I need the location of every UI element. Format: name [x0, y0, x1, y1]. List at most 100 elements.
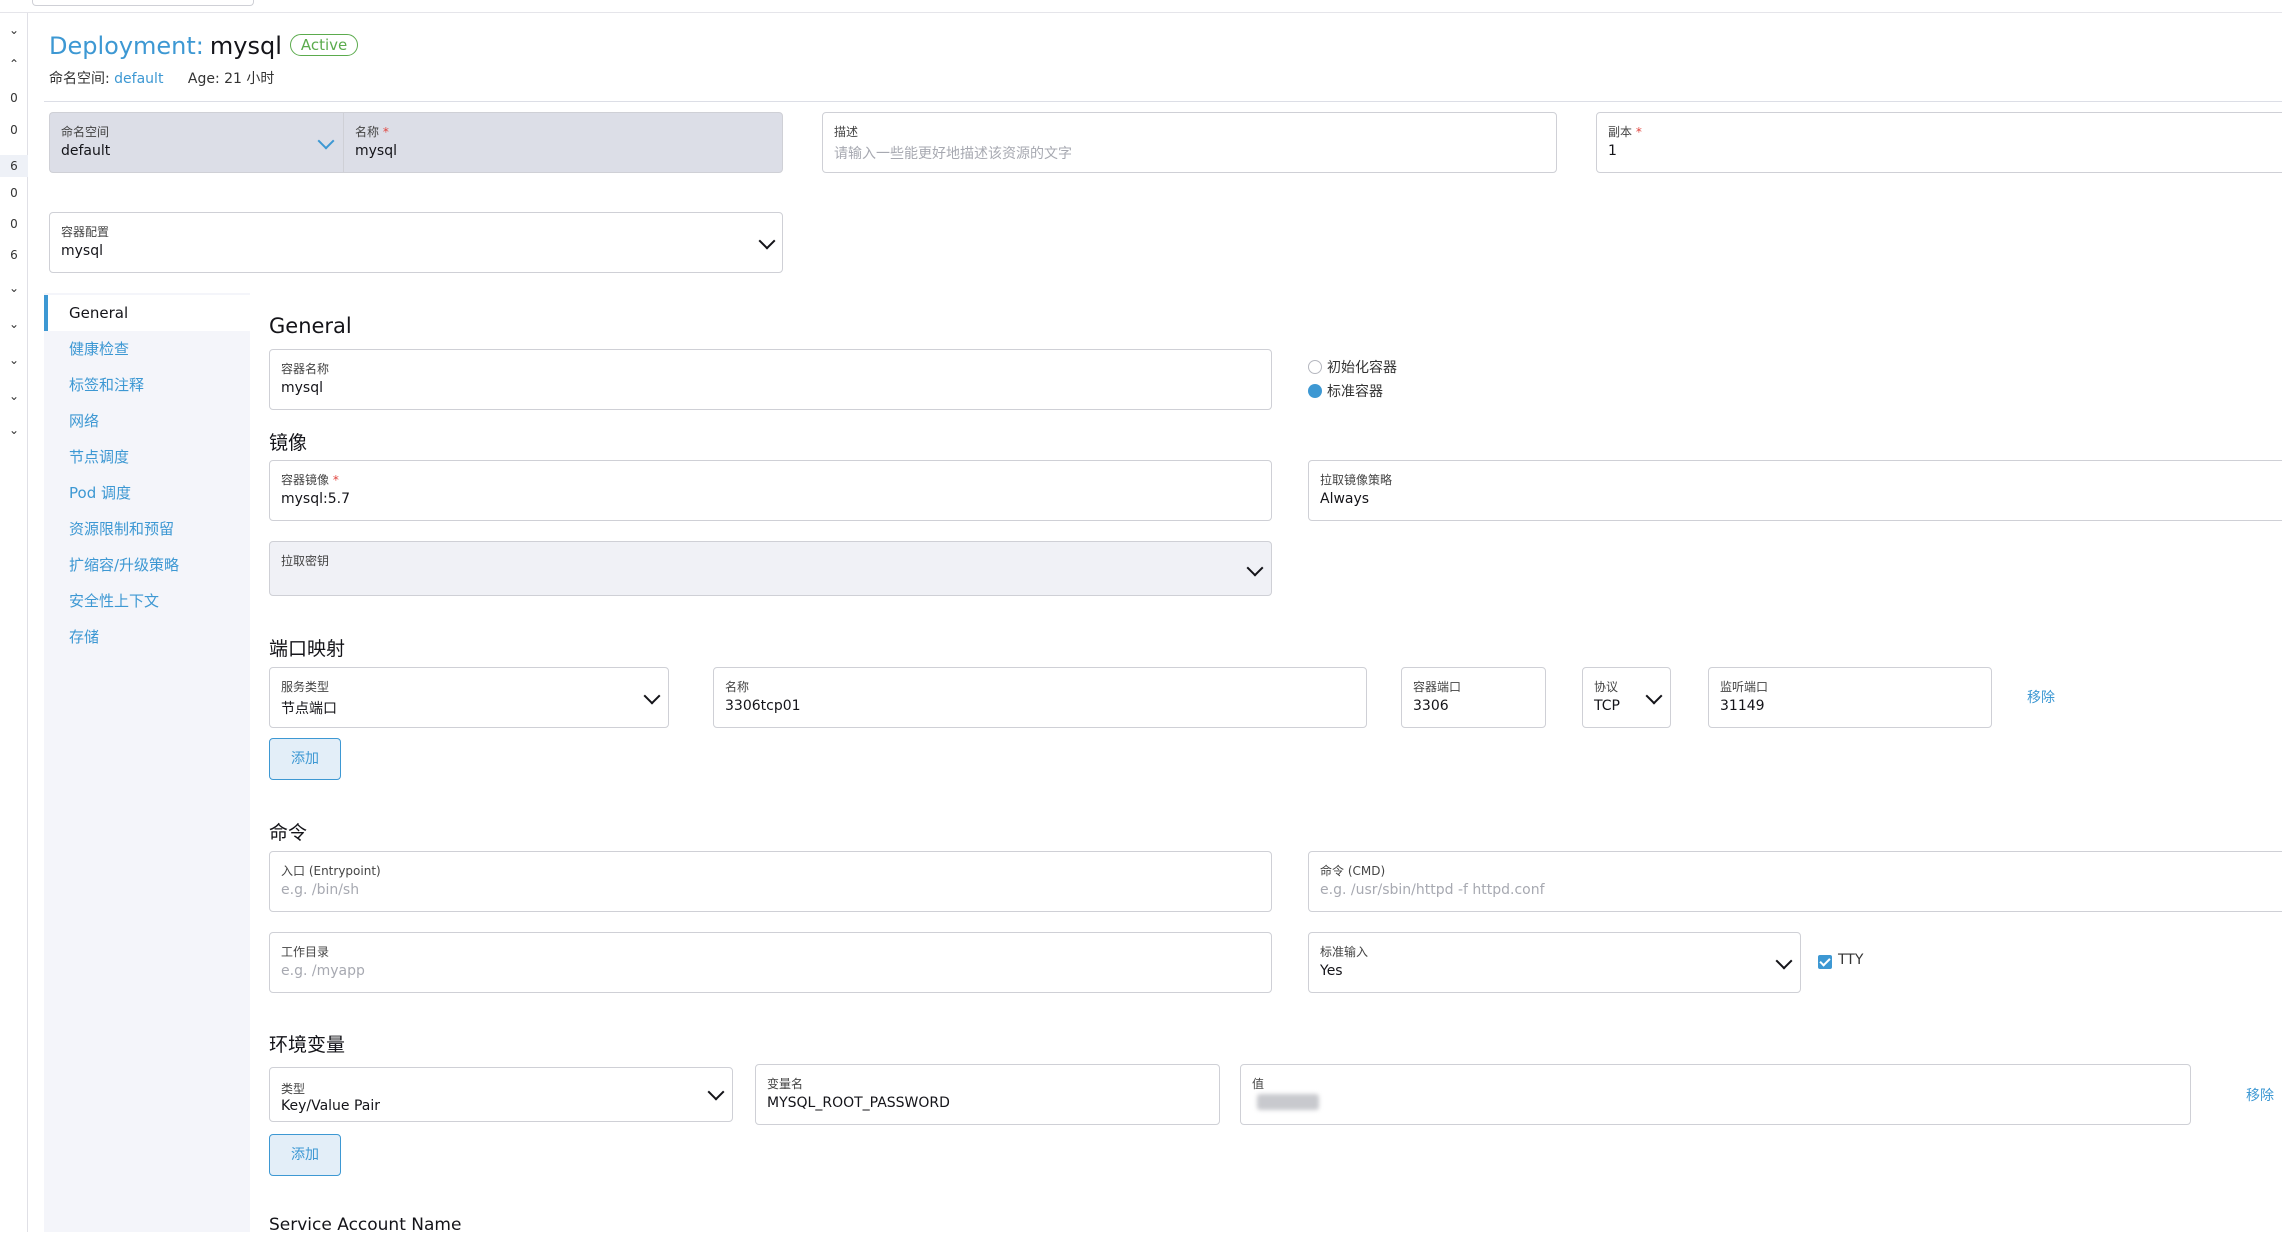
- add-env-button[interactable]: 添加: [269, 1134, 341, 1176]
- section-title-image: 镜像: [269, 432, 308, 454]
- field-label: 变量名: [767, 1077, 804, 1091]
- page-subtitle: 命名空间: default Age: 21 小时: [49, 68, 274, 88]
- container-config-select[interactable]: 容器配置 mysql: [49, 212, 783, 273]
- rail-chevron-icon[interactable]: ⌄: [0, 317, 28, 331]
- field-label: 命名空间: [61, 125, 110, 139]
- remove-port-link[interactable]: 移除: [2027, 687, 2055, 707]
- rail-chevron-icon[interactable]: ⌄: [0, 281, 28, 295]
- listen-port-field[interactable]: 监听端口 31149: [1708, 667, 1992, 728]
- radio-init-container[interactable]: [1308, 360, 1322, 374]
- tty-checkbox[interactable]: [1818, 955, 1832, 969]
- port-name-field[interactable]: 名称 3306tcp01: [713, 667, 1367, 728]
- pull-policy-field[interactable]: 拉取镜像策略 Always: [1308, 460, 2282, 521]
- entrypoint-field[interactable]: 入口 (Entrypoint) e.g. /bin/sh: [269, 851, 1272, 912]
- workdir-field[interactable]: 工作目录 e.g. /myapp: [269, 932, 1272, 993]
- protocol-select[interactable]: 协议 TCP: [1582, 667, 1671, 728]
- field-label: 名称 *: [355, 125, 389, 139]
- tab-scaling-upgrade[interactable]: 扩缩容/升级策略: [44, 547, 250, 583]
- age-label: Age:: [187, 71, 220, 87]
- container-port-field[interactable]: 容器端口 3306: [1401, 667, 1546, 728]
- divider: [44, 101, 2282, 102]
- service-type-select[interactable]: 服务类型 节点端口: [269, 667, 669, 728]
- field-label: 容器名称: [281, 362, 330, 376]
- field-label: 描述: [834, 125, 859, 139]
- page-title: Deployment: mysql Active: [49, 32, 359, 60]
- field-value: Key/Value Pair: [281, 1098, 381, 1114]
- age-value: 21 小时: [224, 71, 275, 87]
- namespace-link[interactable]: default: [114, 71, 163, 87]
- radio-standard-container[interactable]: [1308, 384, 1322, 398]
- field-value: 31149: [1720, 698, 1765, 714]
- section-title-service-account: Service Account Name: [269, 1215, 462, 1235]
- field-placeholder: e.g. /myapp: [281, 963, 365, 979]
- field-label: 副本 *: [1608, 125, 1642, 139]
- replicas-field[interactable]: 副本 * 1: [1596, 112, 2282, 173]
- rail-chevron-icon[interactable]: ⌃: [0, 57, 28, 71]
- rail-count: 0: [10, 91, 18, 105]
- tab-network[interactable]: 网络: [44, 403, 250, 439]
- rail-count: 6: [10, 248, 18, 262]
- tab-resources[interactable]: 资源限制和预留: [44, 511, 250, 547]
- rail-count: 6: [0, 155, 28, 177]
- section-title-command: 命令: [269, 822, 308, 844]
- rail-chevron-icon[interactable]: ⌄: [0, 353, 28, 367]
- redacted-mask: [1257, 1094, 1319, 1110]
- rail-count: 0: [10, 123, 18, 137]
- field-label: 容器配置: [61, 225, 110, 239]
- rail-count: 0: [10, 217, 18, 231]
- rail-count: 0: [10, 186, 18, 200]
- field-label: 监听端口: [1720, 680, 1769, 694]
- field-label: 工作目录: [281, 945, 330, 959]
- field-value: Always: [1320, 491, 1370, 507]
- tab-pod-scheduling[interactable]: Pod 调度: [44, 475, 250, 511]
- tab-general[interactable]: General: [44, 295, 250, 331]
- top-tab[interactable]: [32, 0, 254, 6]
- rail-chevron-icon[interactable]: ⌄: [0, 23, 28, 37]
- container-name-field[interactable]: 容器名称 mysql: [269, 349, 1272, 410]
- section-title-ports: 端口映射: [269, 638, 346, 660]
- field-value: 3306: [1413, 698, 1449, 714]
- cmd-field[interactable]: 命令 (CMD) e.g. /usr/sbin/httpd -f httpd.c…: [1308, 851, 2282, 912]
- field-value: default: [61, 143, 111, 159]
- rail-chevron-icon[interactable]: ⌄: [0, 389, 28, 403]
- add-port-button[interactable]: 添加: [269, 738, 341, 780]
- status-badge: Active: [289, 34, 359, 56]
- field-value: 1: [1608, 143, 1617, 159]
- field-label: 值: [1252, 1077, 1265, 1091]
- section-title-env: 环境变量: [269, 1034, 346, 1056]
- env-var-name-field[interactable]: 变量名 MYSQL_ROOT_PASSWORD: [755, 1064, 1220, 1125]
- env-type-select[interactable]: 类型 Key/Value Pair: [269, 1067, 733, 1122]
- field-value: mysql: [61, 243, 103, 259]
- remove-env-link[interactable]: 移除: [2246, 1085, 2274, 1105]
- field-label: 标准输入: [1320, 945, 1369, 959]
- description-field[interactable]: 描述 请输入一些能更好地描述该资源的文字: [822, 112, 1557, 173]
- env-value-field[interactable]: 值: [1240, 1064, 2191, 1125]
- rail-chevron-icon[interactable]: ⌄: [0, 423, 28, 437]
- field-value: mysql:5.7: [281, 491, 350, 507]
- tab-labels-annotations[interactable]: 标签和注释: [44, 367, 250, 403]
- container-image-field[interactable]: 容器镜像 * mysql:5.7: [269, 460, 1272, 521]
- field-value: Yes: [1320, 963, 1343, 979]
- chevron-down-icon: [317, 132, 335, 150]
- tab-security-context[interactable]: 安全性上下文: [44, 583, 250, 619]
- field-value: mysql: [355, 143, 397, 159]
- chevron-down-icon: [643, 687, 661, 705]
- tab-node-scheduling[interactable]: 节点调度: [44, 439, 250, 475]
- radio-label: 初始化容器: [1327, 360, 1397, 376]
- resource-kind: Deployment:: [49, 32, 204, 60]
- tab-health-check[interactable]: 健康检查: [44, 331, 250, 367]
- chevron-down-icon: [1246, 559, 1264, 577]
- tab-storage[interactable]: 存储: [44, 619, 250, 655]
- tty-label: TTY: [1838, 952, 1864, 968]
- namespace-label: 命名空间:: [49, 71, 110, 87]
- chevron-down-icon: [758, 232, 776, 250]
- pull-secret-select[interactable]: 拉取密钥: [269, 541, 1272, 596]
- field-value: TCP: [1594, 698, 1620, 714]
- stdin-select[interactable]: 标准输入 Yes: [1308, 932, 1801, 993]
- field-label: 命令 (CMD): [1320, 864, 1386, 878]
- field-placeholder: 请输入一些能更好地描述该资源的文字: [834, 146, 1072, 162]
- namespace-select[interactable]: 命名空间 default: [49, 112, 343, 173]
- field-value: 节点端口: [281, 701, 337, 717]
- name-field[interactable]: 名称 * mysql: [343, 112, 783, 173]
- field-label: 入口 (Entrypoint): [281, 864, 381, 878]
